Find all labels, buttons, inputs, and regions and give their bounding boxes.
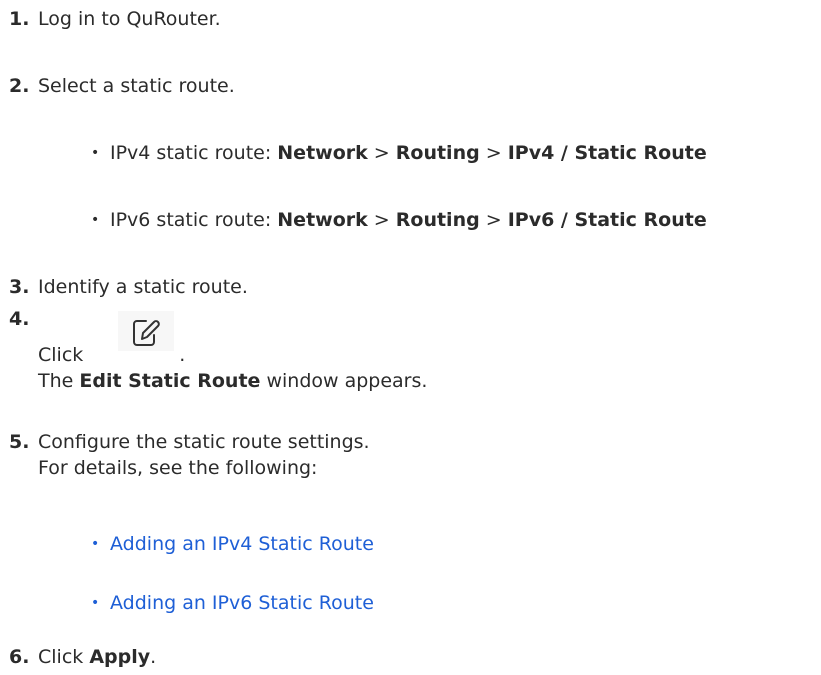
step-text: Identify a static route. — [38, 276, 248, 298]
step-text: Log in to QuRouter. — [38, 8, 221, 30]
menu-network: Network — [277, 142, 368, 164]
step-text-details: For details, see the following: — [38, 457, 318, 479]
step-text: Select a static route. — [38, 75, 235, 97]
step-click-edit: Click. — [38, 344, 186, 366]
step-number: 4. — [9, 308, 30, 330]
substep-ipv6: IPv6 static route: Network > Routing > I… — [110, 209, 707, 231]
menu-ipv6-static-route: IPv6 / Static Route — [507, 209, 707, 231]
step-number: 3. — [9, 276, 30, 298]
window-name: Edit Static Route — [79, 370, 261, 392]
step-number: 2. — [9, 75, 30, 97]
menu-network: Network — [277, 209, 368, 231]
step-number: 1. — [9, 8, 30, 30]
bullet: • — [91, 536, 100, 552]
substep-ipv4: IPv4 static route: Network > Routing > I… — [110, 142, 707, 164]
menu-routing: Routing — [395, 209, 480, 231]
bullet: • — [91, 145, 100, 161]
step-result: The Edit Static Route window appears. — [38, 370, 428, 392]
step-text: Click Apply. — [38, 646, 157, 668]
bullet: • — [91, 595, 100, 611]
bullet: • — [91, 212, 100, 228]
step-number: 6. — [9, 646, 30, 668]
step-number: 5. — [9, 431, 30, 453]
menu-ipv4-static-route: IPv4 / Static Route — [507, 142, 707, 164]
menu-routing: Routing — [395, 142, 480, 164]
link-adding-ipv6-static-route[interactable]: Adding an IPv6 Static Route — [110, 592, 374, 614]
link-adding-ipv4-static-route[interactable]: Adding an IPv4 Static Route — [110, 533, 374, 555]
step-text: Configure the static route settings. — [38, 431, 370, 453]
apply-label: Apply — [89, 646, 151, 668]
